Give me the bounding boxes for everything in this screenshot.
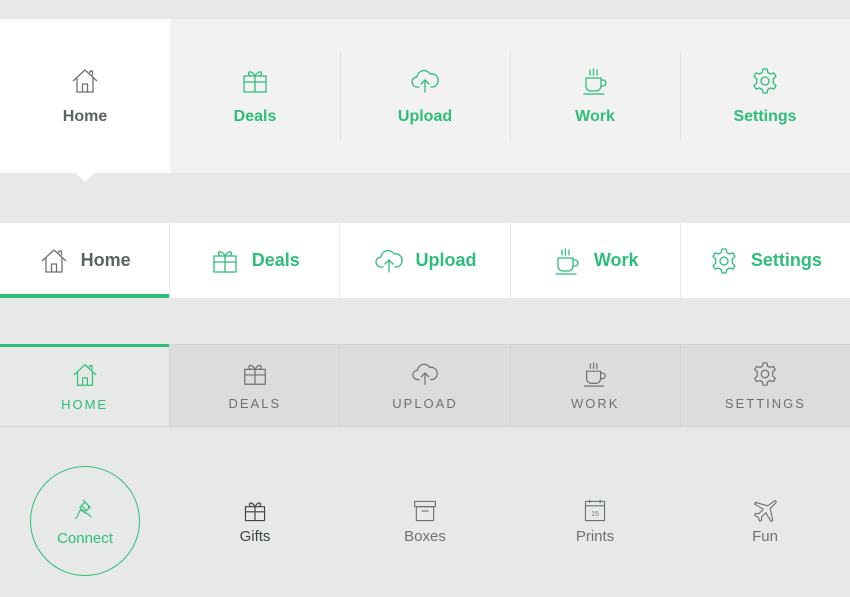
cloud-upload-icon [374, 249, 403, 273]
home-icon [72, 364, 97, 386]
nav1-item-upload[interactable]: Upload [340, 19, 510, 173]
gear-icon [753, 68, 777, 94]
nav-bar-tabs: HOME DEALS UPLOAD WORK SETTINGS [0, 344, 850, 427]
nav-label: UPLOAD [392, 396, 458, 411]
home-icon [72, 69, 98, 93]
gift-icon [213, 250, 237, 273]
home-icon [41, 248, 67, 273]
nav3-item-settings[interactable]: SETTINGS [679, 344, 850, 426]
nav3-item-work[interactable]: WORK [509, 344, 680, 426]
calendar-icon: 15 [584, 499, 606, 521]
cloud-upload-icon [412, 363, 438, 385]
nav-label: Deals [233, 108, 277, 125]
nav-label: Settings [733, 108, 797, 125]
nav4-item-connect[interactable]: Connect [0, 462, 170, 580]
nav-label: HOME [61, 397, 109, 412]
coffee-cup-icon [584, 362, 607, 387]
coffee-cup-icon [583, 68, 607, 95]
nav-bar-icons: Connect Gifts Boxes 15 Prints Fun [0, 462, 850, 580]
nav4-item-gifts[interactable]: Gifts [170, 462, 340, 580]
gift-icon [244, 502, 266, 521]
box-icon [414, 500, 436, 521]
nav-label: Work [593, 250, 639, 270]
nav-label: Home [80, 250, 131, 270]
nav-label: SETTINGS [724, 396, 806, 411]
nav-label: Upload [397, 108, 453, 125]
nav-label: Home [62, 108, 108, 125]
gear-icon [712, 247, 736, 274]
plug-icon [74, 499, 92, 519]
nav-bar-inline: Home Deals Upload Work Settings [0, 223, 850, 298]
nav-label: DEALS [228, 396, 282, 411]
nav1-item-work[interactable]: Work [510, 19, 680, 173]
nav1-item-deals[interactable]: Deals [170, 19, 340, 173]
nav4-item-prints[interactable]: 15 Prints [510, 462, 680, 580]
nav-bar-cards: Home Deals Upload Work Settings [0, 19, 850, 182]
nav-label: WORK [570, 396, 620, 411]
nav4-item-fun[interactable]: Fun [680, 462, 850, 580]
nav1-item-settings[interactable]: Settings [680, 19, 850, 173]
nav2-item-deals[interactable]: Deals [169, 223, 339, 298]
airplane-icon [754, 499, 777, 522]
cloud-upload-icon [411, 69, 439, 93]
nav-label: Upload [415, 250, 477, 270]
nav2-item-home[interactable]: Home [0, 223, 170, 298]
gift-icon [243, 71, 267, 93]
nav3-item-upload[interactable]: UPLOAD [339, 344, 510, 426]
calendar-day: 15 [591, 511, 599, 518]
nav-label: Gifts [239, 527, 271, 545]
nav-label: Prints [575, 527, 615, 545]
nav-label: Deals [251, 250, 300, 270]
nav4-item-boxes[interactable]: Boxes [340, 462, 510, 580]
nav-label: Settings [750, 250, 822, 270]
nav2-item-upload[interactable]: Upload [339, 223, 509, 298]
nav2-item-work[interactable]: Work [509, 223, 680, 298]
nav-label: Boxes [404, 527, 446, 545]
coffee-cup-icon [555, 247, 579, 275]
nav-label: Fun [752, 527, 778, 545]
active-circle: Connect [30, 466, 140, 576]
nav2-item-settings[interactable]: Settings [679, 223, 850, 298]
nav3-item-deals[interactable]: DEALS [169, 344, 340, 426]
nav1-item-home[interactable]: Home [0, 19, 170, 182]
nav-label: Connect [57, 529, 113, 547]
gear-icon [754, 362, 777, 386]
gift-icon [243, 364, 266, 385]
nav-label: Work [575, 108, 615, 125]
nav3-item-home[interactable]: HOME [0, 344, 170, 426]
